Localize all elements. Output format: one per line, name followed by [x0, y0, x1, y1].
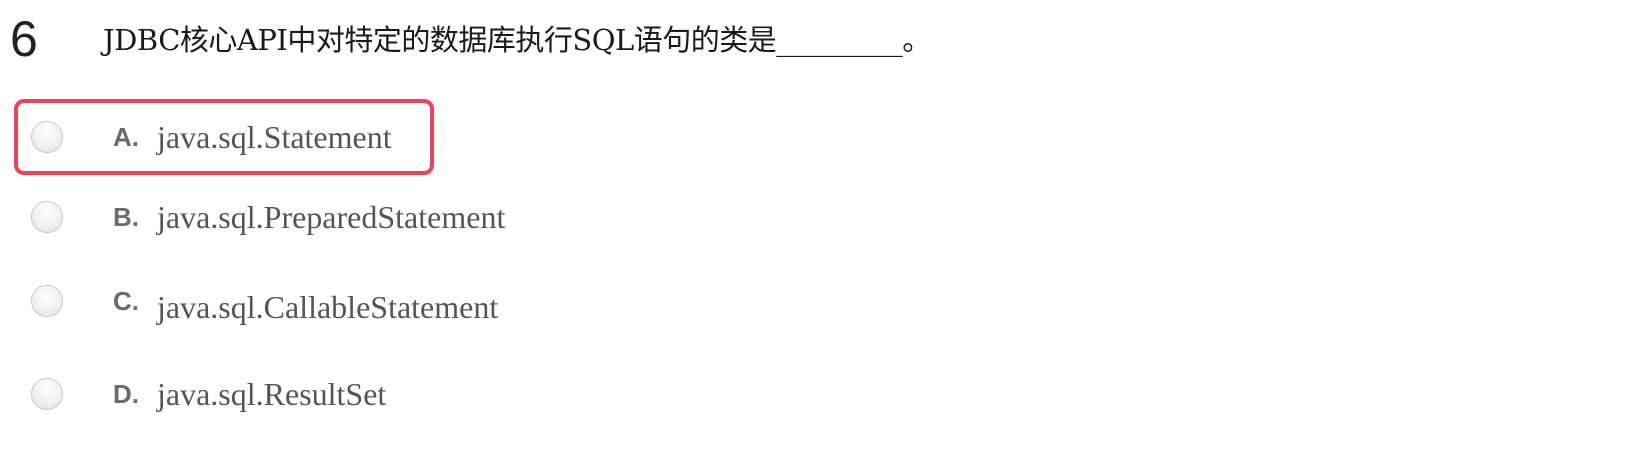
answer-options: A. java.sql.Statement B. java.sql.Prepar…	[0, 0, 1644, 460]
option-letter: A.	[113, 122, 139, 152]
radio-circle-icon[interactable]	[31, 201, 63, 233]
option-text: java.sql.PreparedStatement	[157, 199, 506, 235]
option-a[interactable]: A. java.sql.Statement	[14, 99, 434, 175]
option-text: java.sql.ResultSet	[157, 376, 387, 412]
radio-circle-icon[interactable]	[31, 285, 63, 317]
option-letter: C.	[113, 286, 139, 316]
radio-circle-icon[interactable]	[31, 378, 63, 410]
option-text: java.sql.CallableStatement	[157, 289, 499, 325]
option-text: java.sql.Statement	[157, 119, 392, 155]
option-b[interactable]: B. java.sql.PreparedStatement	[14, 178, 505, 256]
option-letter: B.	[113, 202, 139, 232]
option-c[interactable]: C. java.sql.CallableStatement	[14, 262, 498, 340]
option-d[interactable]: D. java.sql.ResultSet	[14, 355, 434, 433]
radio-circle-icon[interactable]	[31, 121, 63, 153]
option-letter: D.	[113, 379, 139, 409]
